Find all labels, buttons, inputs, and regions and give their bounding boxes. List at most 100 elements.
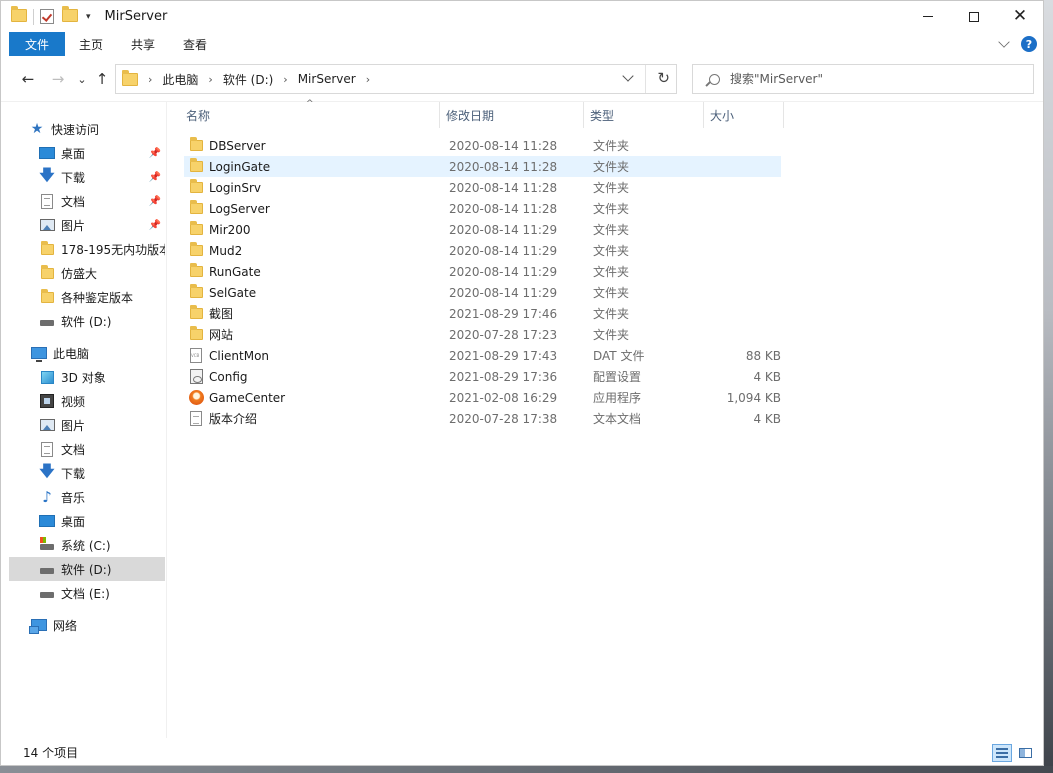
column-header-label: 大小 — [710, 108, 735, 123]
sidebar-item-desktop[interactable]: 桌面 — [9, 509, 165, 533]
file-name: Mud2 — [209, 243, 243, 258]
table-row[interactable]: SelGate 2020-08-14 11:29 文件夹 — [184, 282, 781, 303]
sidebar-item-drive-d-quick[interactable]: 软件 (D:) — [9, 309, 165, 333]
breadcrumb-separator-icon[interactable]: › — [148, 73, 152, 86]
sidebar-item-label: 视频 — [61, 394, 86, 409]
breadcrumb-this-pc[interactable]: 此电脑 — [162, 71, 198, 88]
search-input[interactable] — [730, 72, 1010, 86]
close-button[interactable]: ✕ — [997, 1, 1043, 32]
table-row[interactable]: 版本介绍 2020-07-28 17:38 文本文档 4 KB — [184, 408, 781, 429]
pin-icon[interactable]: 📌 — [149, 196, 161, 207]
maximize-button[interactable] — [951, 1, 997, 32]
file-date: 2020-07-28 17:23 — [449, 327, 558, 342]
sidebar-item-drive-e[interactable]: 文档 (E:) — [9, 581, 165, 605]
sidebar-item-folder-fangshengda[interactable]: 仿盛大 — [9, 261, 165, 285]
sidebar-item-label: 各种鉴定版本 — [61, 290, 134, 305]
forward-button[interactable]: → — [47, 68, 69, 90]
breadcrumb-separator-icon[interactable]: › — [283, 73, 287, 86]
address-history-chevron-icon[interactable] — [622, 70, 634, 82]
breadcrumb-mirserver[interactable]: MirServer — [298, 72, 356, 86]
ribbon-tabs: 文件 主页 共享 查看 ? — [1, 32, 1043, 56]
tab-view[interactable]: 查看 — [169, 32, 221, 56]
window-title: MirServer — [104, 9, 168, 24]
sidebar-item-label: 文档 — [61, 194, 86, 209]
text-file-icon — [187, 411, 205, 427]
table-row[interactable]: Mud2 2020-08-14 11:29 文件夹 — [184, 240, 781, 261]
table-row[interactable]: ClientMon 2021-08-29 17:43 DAT 文件 88 KB — [184, 345, 781, 366]
folder-icon — [187, 179, 205, 196]
table-row[interactable]: 截图 2021-08-29 17:46 文件夹 — [184, 303, 781, 324]
navigation-bar: ← → ⌄ ↑ › 此电脑 › 软件 (D:) › MirServer › ↻ — [1, 56, 1043, 102]
sidebar-item-label: 网络 — [53, 618, 78, 633]
folder-icon — [187, 326, 205, 343]
qat-customize-dropdown-icon[interactable]: ▾ — [86, 12, 91, 22]
document-icon — [39, 441, 55, 457]
properties-check-icon[interactable] — [40, 8, 56, 25]
sidebar-item-label: 音乐 — [61, 490, 86, 505]
column-header-label: 类型 — [590, 108, 615, 123]
refresh-icon[interactable]: ↻ — [657, 69, 670, 87]
column-header-date[interactable]: 修改日期 — [440, 102, 584, 128]
column-header-size[interactable]: 大小 — [704, 102, 784, 128]
sidebar-item-drive-d[interactable]: 软件 (D:) — [9, 557, 165, 581]
file-date: 2020-08-14 11:29 — [449, 264, 558, 279]
breadcrumb-drive-d[interactable]: 软件 (D:) — [223, 71, 273, 88]
table-row[interactable]: GameCenter 2021-02-08 16:29 应用程序 1,094 K… — [184, 387, 781, 408]
sidebar-item-videos[interactable]: 视频 — [9, 389, 165, 413]
sidebar-item-documents[interactable]: 文档 — [9, 437, 165, 461]
table-row[interactable]: DBServer 2020-08-14 11:28 文件夹 — [184, 135, 781, 156]
sidebar-item-pictures[interactable]: 图片 — [9, 413, 165, 437]
sidebar-item-documents-pinned[interactable]: 文档 📌 — [9, 189, 165, 213]
file-date: 2020-08-14 11:28 — [449, 180, 558, 195]
pin-icon[interactable]: 📌 — [149, 172, 161, 183]
sidebar-item-folder-178-195[interactable]: 178-195无内功版本 — [9, 237, 165, 261]
new-folder-icon[interactable] — [62, 5, 78, 25]
sidebar-item-this-pc[interactable]: 此电脑 — [9, 341, 165, 365]
recent-locations-button[interactable]: ⌄ — [71, 68, 93, 90]
sidebar-item-drive-c[interactable]: 系统 (C:) — [9, 533, 165, 557]
help-icon[interactable]: ? — [1021, 36, 1037, 52]
breadcrumb-separator-icon[interactable]: › — [366, 73, 370, 86]
folder-icon — [187, 221, 205, 238]
tab-file[interactable]: 文件 — [9, 32, 66, 56]
sidebar-item-music[interactable]: ♪ 音乐 — [9, 485, 165, 509]
address-bar[interactable]: › 此电脑 › 软件 (D:) › MirServer › ↻ — [115, 64, 677, 94]
details-view-button[interactable] — [992, 744, 1012, 762]
up-button[interactable]: ↑ — [91, 68, 113, 90]
sidebar-item-network[interactable]: 网络 — [9, 613, 165, 637]
sidebar-item-downloads-pinned[interactable]: 🡇 下载 📌 — [9, 165, 165, 189]
sidebar-item-desktop-pinned[interactable]: 桌面 📌 — [9, 141, 165, 165]
folder-icon — [39, 240, 55, 257]
up-arrow-icon: ↑ — [95, 70, 109, 88]
folder-icon — [187, 137, 205, 154]
tab-home[interactable]: 主页 — [65, 32, 117, 56]
minimize-button[interactable] — [905, 1, 951, 32]
tab-share[interactable]: 共享 — [117, 32, 169, 56]
sidebar-item-folder-jianding[interactable]: 各种鉴定版本 — [9, 285, 165, 309]
sidebar-item-downloads[interactable]: 🡇 下载 — [9, 461, 165, 485]
table-row[interactable]: LoginSrv 2020-08-14 11:28 文件夹 — [184, 177, 781, 198]
download-icon: 🡇 — [39, 461, 55, 480]
sidebar-item-quick-access[interactable]: ★ 快速访问 — [29, 117, 185, 141]
table-row[interactable]: 网站 2020-07-28 17:23 文件夹 — [184, 324, 781, 345]
file-date: 2020-08-14 11:28 — [449, 138, 558, 153]
sidebar-item-label: 图片 — [61, 218, 86, 233]
back-button[interactable]: ← — [17, 68, 39, 90]
file-type: 配置设置 — [593, 370, 642, 384]
table-row[interactable]: Mir200 2020-08-14 11:29 文件夹 — [184, 219, 781, 240]
search-box[interactable] — [692, 64, 1034, 94]
column-header-type[interactable]: 类型 — [584, 102, 704, 128]
breadcrumb-separator-icon[interactable]: › — [208, 73, 212, 86]
table-row[interactable]: RunGate 2020-08-14 11:29 文件夹 — [184, 261, 781, 282]
table-row[interactable]: LoginGate 2020-08-14 11:28 文件夹 — [184, 156, 781, 177]
sidebar-item-pictures-pinned[interactable]: 图片 📌 — [9, 213, 165, 237]
expand-ribbon-chevron-icon[interactable] — [998, 36, 1010, 48]
pin-icon[interactable]: 📌 — [149, 148, 161, 159]
sidebar-item-3d-objects[interactable]: 3D 对象 — [9, 365, 165, 389]
large-icons-view-button[interactable] — [1015, 744, 1035, 762]
chevron-down-icon: ⌄ — [77, 72, 87, 86]
column-header-name[interactable]: ^ 名称 — [168, 99, 440, 128]
table-row[interactable]: LogServer 2020-08-14 11:28 文件夹 — [184, 198, 781, 219]
table-row[interactable]: Config 2021-08-29 17:36 配置设置 4 KB — [184, 366, 781, 387]
pin-icon[interactable]: 📌 — [149, 220, 161, 231]
